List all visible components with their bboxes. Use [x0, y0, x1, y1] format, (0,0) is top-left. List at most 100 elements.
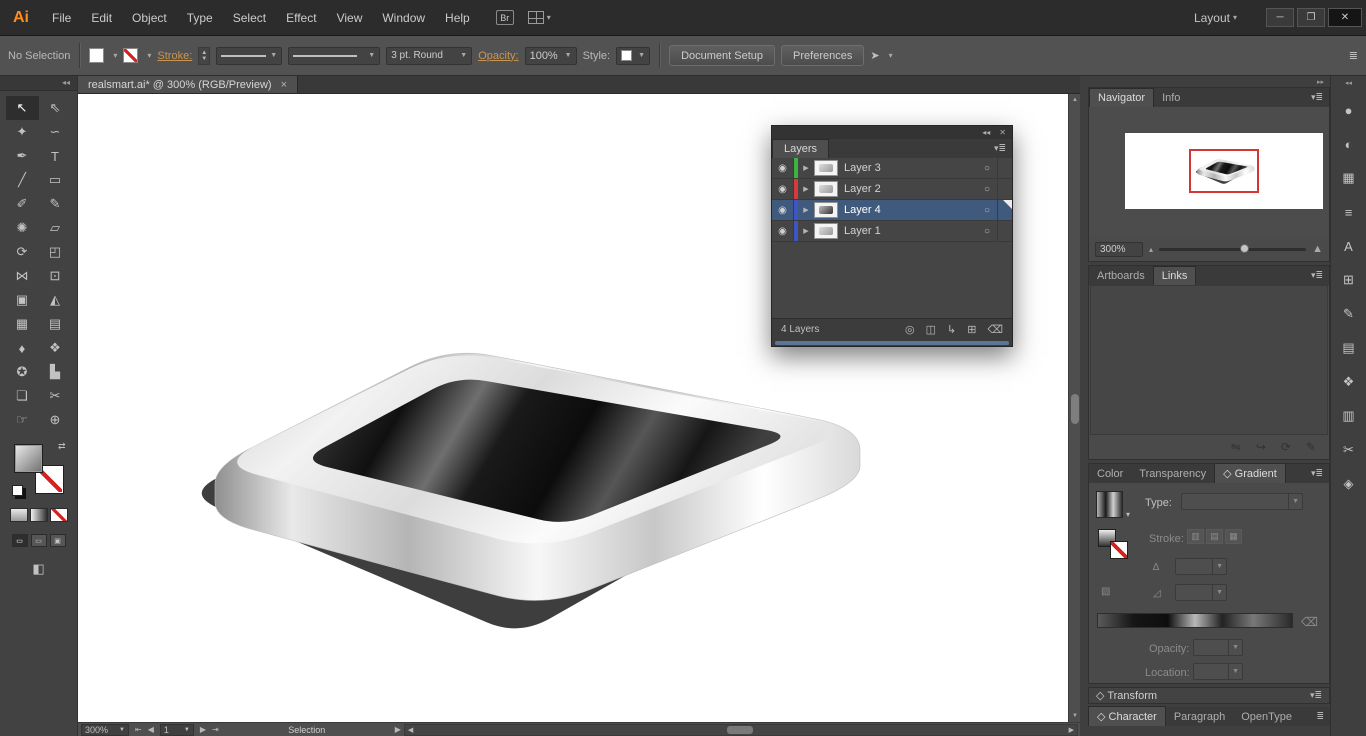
- visibility-eye-icon[interactable]: ◉: [772, 221, 794, 241]
- menu-select[interactable]: Select: [223, 0, 276, 36]
- navigator-zoom-field[interactable]: 300%: [1095, 241, 1143, 257]
- selection-column[interactable]: [997, 221, 1012, 241]
- layer-thumbnail[interactable]: [814, 181, 838, 197]
- document-setup-button[interactable]: Document Setup: [669, 45, 776, 66]
- brushes-panel-icon[interactable]: ≡: [1336, 200, 1362, 224]
- tab-artboards[interactable]: Artboards: [1089, 267, 1153, 285]
- rotate-tool[interactable]: ⟳: [6, 240, 39, 264]
- gradient-tool[interactable]: ▤: [39, 312, 72, 336]
- panel-menu-icon[interactable]: ▾≣: [1305, 88, 1329, 107]
- tab-color[interactable]: Color: [1089, 465, 1131, 483]
- target-circle-icon[interactable]: ○: [977, 184, 997, 195]
- fill-swatch[interactable]: [89, 48, 105, 63]
- links-list-area[interactable]: [1090, 285, 1328, 435]
- target-circle-icon[interactable]: ○: [977, 205, 997, 216]
- menu-effect[interactable]: Effect: [276, 0, 326, 36]
- document-tab[interactable]: realsmart.ai* @ 300% (RGB/Preview) ×: [78, 76, 298, 93]
- stop-opacity-dropdown[interactable]: ▼: [1193, 639, 1243, 656]
- transform-panel-header[interactable]: ◇ Transform ▾≣: [1088, 687, 1330, 704]
- chevron-down-icon[interactable]: ▾: [113, 51, 117, 60]
- tab-opentype[interactable]: OpenType: [1233, 708, 1300, 726]
- fill-stroke-widget[interactable]: ⇄: [11, 441, 66, 496]
- expand-dock-icon[interactable]: ▸▸: [1088, 76, 1330, 87]
- slice-tool[interactable]: ✂: [39, 384, 72, 408]
- scroll-left-icon[interactable]: ◀: [405, 726, 416, 734]
- layer-row[interactable]: ◉ ▶ Layer 1 ○: [772, 221, 1012, 242]
- panel-menu-icon[interactable]: ≣: [1310, 707, 1330, 726]
- variable-width-profile-dropdown[interactable]: 3 pt. Round ▼: [386, 46, 473, 65]
- disclosure-triangle-icon[interactable]: ▶: [798, 227, 814, 235]
- disclosure-triangle-icon[interactable]: ▶: [798, 206, 814, 214]
- previous-artboard-icon[interactable]: ◀: [145, 725, 157, 734]
- pathfinder-panel-icon[interactable]: ✂: [1336, 438, 1362, 462]
- horizontal-scroll-thumb[interactable]: [775, 341, 1009, 345]
- blend-tool[interactable]: ❖: [39, 336, 72, 360]
- menu-object[interactable]: Object: [122, 0, 177, 36]
- delete-selection-icon[interactable]: ⌫: [987, 323, 1003, 336]
- shape-builder-tool[interactable]: ▣: [6, 288, 39, 312]
- expand-panels-icon[interactable]: ◂◂: [1331, 76, 1366, 88]
- opacity-link-label[interactable]: Opacity:: [478, 50, 518, 62]
- collapse-panel-icon[interactable]: ◂◂: [982, 128, 990, 137]
- perspective-grid-tool[interactable]: ◭: [39, 288, 72, 312]
- opacity-dropdown[interactable]: 100% ▼: [524, 46, 577, 65]
- gradient-panel-icon[interactable]: ▤: [1336, 336, 1362, 360]
- brush-definition-dropdown[interactable]: ▼: [288, 46, 381, 65]
- window-restore-button[interactable]: ❐: [1297, 8, 1325, 27]
- zoom-in-icon[interactable]: ▲: [1312, 243, 1323, 255]
- pen-tool[interactable]: ✒: [6, 144, 39, 168]
- first-artboard-icon[interactable]: ⇤: [132, 725, 145, 734]
- pencil-tool[interactable]: ✎: [39, 192, 72, 216]
- color-guide-panel-icon[interactable]: ◐: [1336, 132, 1362, 156]
- character-styles-panel-icon[interactable]: A: [1336, 234, 1362, 258]
- workspace-layout-dropdown[interactable]: Layout ▾: [1194, 11, 1237, 25]
- target-circle-icon[interactable]: ○: [977, 163, 997, 174]
- stop-location-dropdown[interactable]: ▼: [1193, 663, 1243, 680]
- make-clipping-mask-icon[interactable]: ◫: [926, 323, 936, 336]
- stroke-weight-dropdown[interactable]: ▼: [216, 46, 283, 65]
- eraser-tool[interactable]: ▱: [39, 216, 72, 240]
- magic-wand-tool[interactable]: ✦: [6, 120, 39, 144]
- preferences-button[interactable]: Preferences: [781, 45, 865, 66]
- next-artboard-icon[interactable]: ▶: [197, 725, 209, 734]
- arrange-documents-icon[interactable]: [527, 11, 544, 24]
- horizontal-scrollbar[interactable]: ◀ ▶: [403, 723, 1078, 736]
- control-panel-menu-icon[interactable]: ≣: [1349, 49, 1358, 62]
- layer-name[interactable]: Layer 2: [844, 183, 977, 195]
- draw-normal-button[interactable]: ▭: [11, 534, 28, 547]
- line-segment-tool[interactable]: ╱: [6, 168, 39, 192]
- target-circle-icon[interactable]: ○: [977, 226, 997, 237]
- graphic-styles-panel-icon[interactable]: ❖: [1336, 370, 1362, 394]
- gradient-along-stroke-button[interactable]: ▤: [1206, 529, 1223, 544]
- swatches-panel-icon[interactable]: ▦: [1336, 166, 1362, 190]
- panel-menu-icon[interactable]: ▾≣: [1305, 266, 1329, 285]
- layer-row[interactable]: ◉ ▶ Layer 2 ○: [772, 179, 1012, 200]
- artboard-number-dropdown[interactable]: 1 ▼: [159, 723, 194, 736]
- draw-inside-button[interactable]: ▣: [49, 534, 66, 547]
- appearance-panel-icon[interactable]: ✎: [1336, 302, 1362, 326]
- visibility-eye-icon[interactable]: ◉: [772, 200, 794, 220]
- scroll-right-icon[interactable]: ▶: [1066, 726, 1077, 734]
- tab-links[interactable]: Links: [1152, 266, 1197, 285]
- menu-view[interactable]: View: [327, 0, 373, 36]
- menu-file[interactable]: File: [42, 0, 81, 36]
- style-dropdown[interactable]: ▼: [616, 46, 651, 65]
- scale-tool[interactable]: ◰: [39, 240, 72, 264]
- layer-row[interactable]: ◉ ▶ Layer 3 ○: [772, 158, 1012, 179]
- status-readout-arrow-icon[interactable]: ▶: [392, 725, 404, 734]
- window-minimize-button[interactable]: ─: [1266, 8, 1294, 27]
- direct-selection-tool[interactable]: ⇖: [39, 96, 72, 120]
- tab-layers[interactable]: Layers: [772, 139, 830, 158]
- paintbrush-tool[interactable]: ✐: [6, 192, 39, 216]
- layer-thumbnail[interactable]: [814, 223, 838, 239]
- bridge-icon[interactable]: Br: [495, 10, 514, 25]
- stroke-link-label[interactable]: Stroke:: [157, 50, 192, 62]
- gradient-swatch[interactable]: [1096, 491, 1123, 518]
- tab-paragraph[interactable]: Paragraph: [1166, 708, 1233, 726]
- stroke-panel-icon[interactable]: ▥: [1336, 404, 1362, 428]
- layer-thumbnail[interactable]: [814, 160, 838, 176]
- last-artboard-icon[interactable]: ⇥: [209, 725, 222, 734]
- tab-transparency[interactable]: Transparency: [1131, 465, 1214, 483]
- chevron-down-icon[interactable]: ▾: [147, 51, 151, 60]
- menu-help[interactable]: Help: [435, 0, 480, 36]
